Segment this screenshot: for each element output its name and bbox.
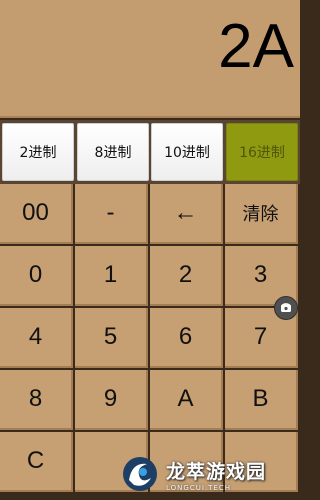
site-logo-icon [123,457,157,491]
key-minus[interactable]: - [75,184,148,244]
base-8-button[interactable]: 8进制 [77,123,149,181]
display-value: 2A [218,12,294,81]
key-clear[interactable]: 清除 [225,184,298,244]
key-a[interactable]: A [150,370,223,430]
base-selector: 2进制 8进制 10进制 16进制 [0,120,300,184]
key-4[interactable]: 4 [0,308,73,368]
key-0[interactable]: 0 [0,246,73,306]
base-2-button[interactable]: 2进制 [2,123,74,181]
key-2[interactable]: 2 [150,246,223,306]
key-9[interactable]: 9 [75,370,148,430]
base-16-button[interactable]: 16进制 [226,123,298,181]
key-8[interactable]: 8 [0,370,73,430]
display-panel: 2A [0,0,300,118]
watermark-sub: LONGCUI.TECH [166,483,231,492]
key-backspace[interactable]: ← [150,184,223,244]
key-c[interactable]: C [0,432,73,492]
phone-icon [280,303,292,312]
floating-assistant-button[interactable] [274,296,298,320]
key-6[interactable]: 6 [150,308,223,368]
key-5[interactable]: 5 [75,308,148,368]
watermark: 龙萃游戏园 LONGCUI.TECH [120,448,300,500]
key-1[interactable]: 1 [75,246,148,306]
watermark-name: 龙萃游戏园 [166,460,267,483]
base-10-button[interactable]: 10进制 [151,123,223,181]
key-00[interactable]: 00 [0,184,73,244]
key-b[interactable]: B [225,370,298,430]
